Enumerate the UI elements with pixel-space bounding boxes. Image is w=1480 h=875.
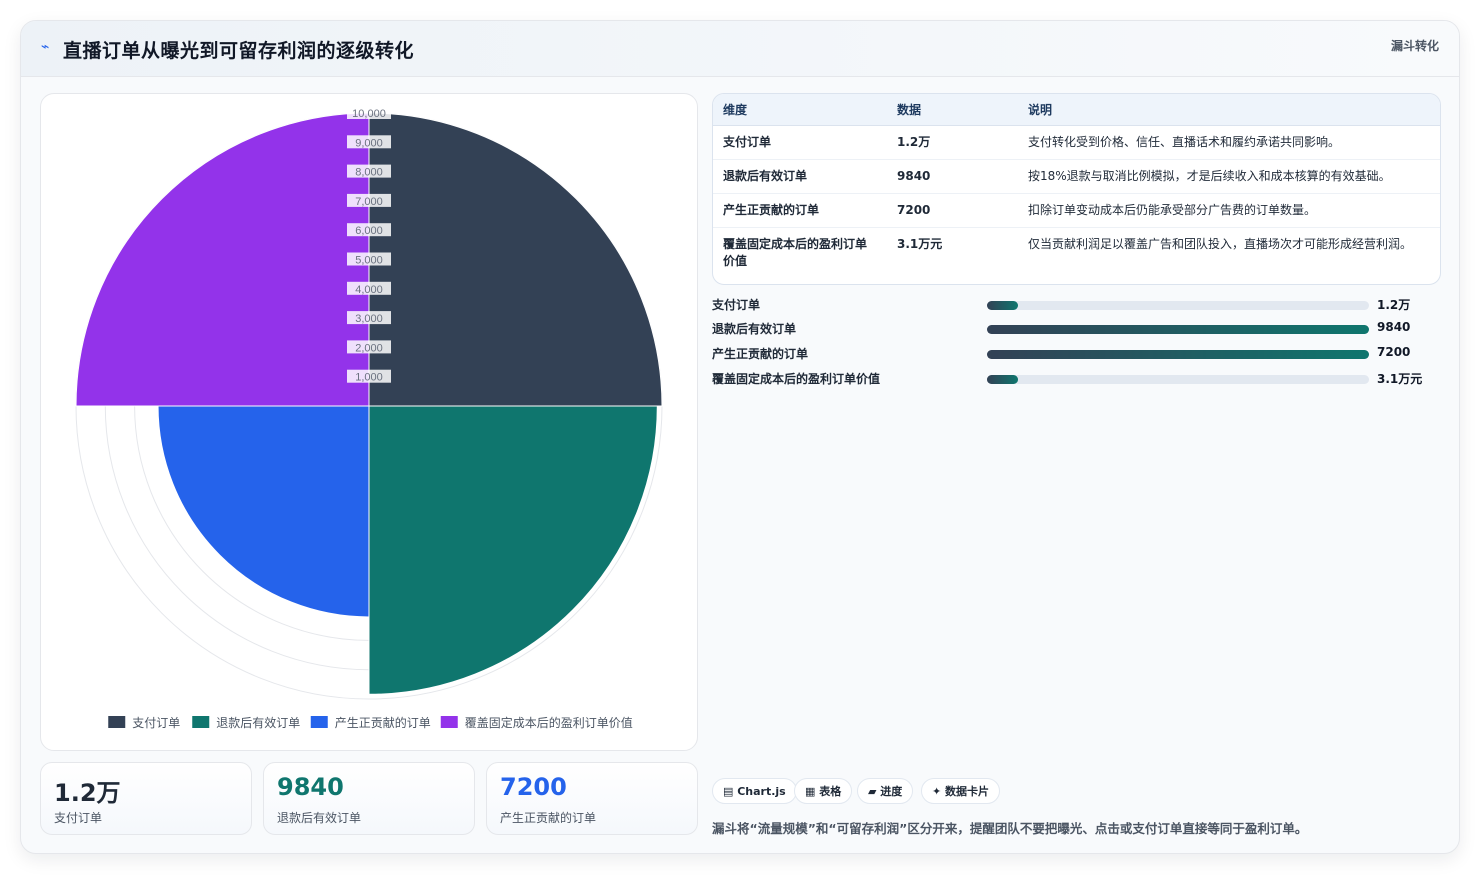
card-header: ⌁ 直播订单从曝光到可留存利润的逐级转化 漏斗转化 [21, 21, 1459, 77]
tick-label: 10,000 [352, 108, 386, 120]
polar-sector [368, 112, 663, 407]
polar-sector [368, 405, 658, 695]
table-cell: 扣除订单变动成本后仍能承受部分广告费的订单数量。 [1018, 193, 1440, 228]
table-cell: 产生正贡献的订单 [713, 193, 887, 228]
progress-row: 支付订单 1.2万 [712, 296, 1442, 314]
stat-card-positive-orders: 7200 产生正贡献的订单 [486, 762, 698, 835]
table-row: 产生正贡献的订单 7200 扣除订单变动成本后仍能承受部分广告费的订单数量。 [713, 193, 1440, 228]
progress-track [987, 350, 1369, 359]
tick-label: 2,000 [355, 342, 383, 354]
table-header: 维度 [713, 94, 887, 126]
progress-row: 覆盖固定成本后的盈利订单价值 3.1万元 [712, 370, 1442, 388]
stat-card-valid-orders: 9840 退款后有效订单 [263, 762, 475, 835]
category-badge: 漏斗转化 [1390, 39, 1439, 53]
legend-label: 产生正贡献的订单 [335, 715, 431, 730]
polar-chart-svg: 1,000 2,000 3,000 4,000 5,000 6,000 7,000 8,000… [75, 106, 663, 730]
table-header-row: 维度 数据 说明 [713, 94, 1440, 126]
progress-track [987, 301, 1369, 310]
table-cell: 1.2万 [887, 125, 1018, 160]
legend-swatch [192, 716, 210, 728]
stat-card-paid-orders: 1.2万 支付订单 [40, 762, 252, 835]
progress-value: 7200 [1377, 345, 1411, 359]
tick-label: 4,000 [355, 284, 383, 296]
page-title: 直播订单从曝光到可留存利润的逐级转化 [63, 40, 415, 62]
table-cell: 退款后有效订单 [713, 159, 887, 194]
tag-data-card[interactable]: ✦ 数据卡片 [921, 778, 1001, 804]
footer-note: 漏斗将“流量规模”和“可留存利润”区分开来，提醒团队不要把曝光、点击或支付订单直… [712, 821, 1308, 836]
table-row: 退款后有效订单 9840 按18%退款与取消比例模拟，才是后续收入和成本核算的有… [713, 159, 1440, 194]
legend-label: 支付订单 [132, 716, 180, 730]
legend-swatch [310, 716, 328, 728]
legend-swatch [108, 716, 126, 728]
table-row: 覆盖固定成本后的盈利订单价值 3.1万元 仅当贡献利润足以覆盖广告和团队投入，直… [713, 228, 1440, 279]
progress-track [987, 325, 1369, 334]
progress-fill [987, 375, 1018, 384]
stat-label: 支付订单 [54, 811, 103, 825]
data-table: 维度 数据 说明 支付订单 1.2万 支付转化受到价格、信任、直播话术和履约承诺… [712, 93, 1441, 285]
stat-value: 1.2万 [54, 779, 121, 807]
stat-label: 产生正贡献的订单 [500, 811, 597, 825]
stat-value: 9840 [277, 773, 344, 801]
tick-label: 7,000 [355, 196, 383, 208]
stat-value: 7200 [500, 773, 567, 801]
progress-label: 产生正贡献的订单 [712, 347, 809, 361]
legend-swatch [440, 716, 458, 728]
table-header: 数据 [887, 94, 1018, 126]
table-cell: 仅当贡献利润足以覆盖广告和团队投入，直播场次才可能形成经营利润。 [1028, 237, 1413, 251]
polar-chart[interactable]: 1,000 2,000 3,000 4,000 5,000 6,000 7,000 8,000… [40, 93, 698, 751]
progress-track [987, 375, 1369, 384]
progress-value: 9840 [1377, 320, 1411, 334]
table-cell: 支付转化受到价格、信任、直播话术和履约承诺共同影响。 [1018, 125, 1440, 160]
legend-label: 覆盖固定成本后的盈利订单价值 [465, 715, 633, 730]
table-cell: 覆盖固定成本后的盈利订单价值 [723, 237, 868, 268]
progress-fill [987, 325, 1369, 334]
tag-chartjs[interactable]: ▤ Chart.js [712, 778, 797, 804]
chart-icon: ⌁ [41, 39, 50, 55]
progress-fill [987, 301, 1018, 310]
table-row: 支付订单 1.2万 支付转化受到价格、信任、直播话术和履约承诺共同影响。 [713, 125, 1440, 160]
tick-label: 1,000 [355, 372, 383, 384]
legend-label: 退款后有效订单 [216, 715, 300, 730]
progress-label: 退款后有效订单 [712, 322, 797, 336]
table-header: 说明 [1018, 94, 1440, 126]
progress-value: 1.2万 [1377, 298, 1411, 312]
table-cell: 3.1万元 [897, 237, 943, 251]
progress-row: 退款后有效订单 9840 [712, 320, 1442, 338]
polar-sector [75, 112, 370, 407]
table-cell: 支付订单 [713, 125, 887, 160]
tag-table[interactable]: ▦ 表格 [794, 778, 853, 804]
tick-label: 8,000 [355, 167, 383, 179]
tag-progress[interactable]: ▰ 进度 [857, 778, 914, 804]
progress-value: 3.1万元 [1377, 372, 1423, 386]
tick-label: 9,000 [355, 137, 383, 149]
tick-label: 3,000 [355, 313, 383, 325]
table-cell: 7200 [887, 193, 1018, 228]
table-cell: 按18%退款与取消比例模拟，才是后续收入和成本核算的有效基础。 [1018, 159, 1440, 194]
polar-sector [157, 405, 370, 618]
tick-label: 6,000 [355, 225, 383, 237]
progress-fill [987, 350, 1369, 359]
funnel-card: ⌁ 直播订单从曝光到可留存利润的逐级转化 漏斗转化 1,000 2,000 3,00… [20, 20, 1460, 854]
progress-label: 支付订单 [712, 298, 761, 312]
table-cell: 9840 [887, 159, 1018, 194]
stat-label: 退款后有效订单 [277, 811, 362, 825]
progress-row: 产生正贡献的订单 7200 [712, 345, 1442, 363]
progress-label: 覆盖固定成本后的盈利订单价值 [712, 372, 881, 386]
tick-label: 5,000 [355, 255, 383, 267]
